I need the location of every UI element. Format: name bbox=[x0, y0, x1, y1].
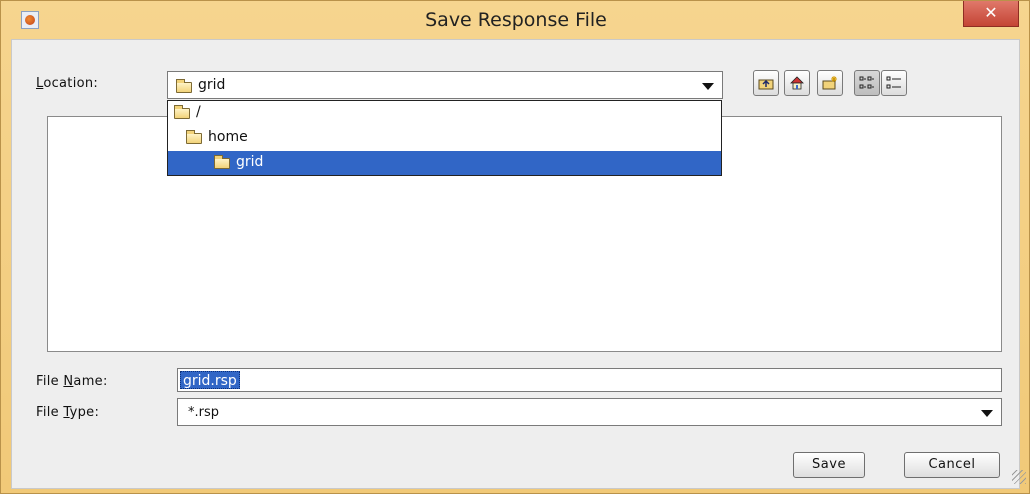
details-view-icon bbox=[886, 76, 901, 89]
cancel-button[interactable]: Cancel bbox=[904, 452, 1000, 478]
dialog-content: Location: grid / home grid File Name: gr… bbox=[11, 39, 1026, 489]
window-title: Save Response File bbox=[425, 9, 607, 31]
file-type-label: File Type: bbox=[36, 405, 100, 420]
folder-icon bbox=[214, 155, 230, 169]
file-name-label: File Name: bbox=[36, 374, 108, 389]
dropdown-item-grid[interactable]: grid bbox=[168, 151, 721, 175]
up-one-level-icon bbox=[758, 79, 774, 90]
new-folder-icon bbox=[822, 76, 837, 90]
folder-icon bbox=[174, 105, 190, 119]
list-view-icon bbox=[859, 76, 874, 89]
details-view-button[interactable] bbox=[881, 70, 907, 96]
file-name-value: grid.rsp bbox=[180, 371, 240, 389]
list-view-button[interactable] bbox=[854, 70, 880, 96]
close-button[interactable]: ✕ bbox=[963, 1, 1019, 27]
file-type-select[interactable]: *.rsp bbox=[177, 398, 1002, 426]
resize-grip-icon[interactable] bbox=[1012, 470, 1026, 484]
location-value: grid bbox=[198, 77, 226, 93]
dropdown-arrow-icon[interactable] bbox=[981, 410, 993, 417]
dropdown-item-root[interactable]: / bbox=[168, 101, 721, 125]
folder-icon bbox=[186, 130, 202, 144]
save-dialog: Save Response File ✕ Location: grid / ho… bbox=[0, 0, 1030, 494]
title-bar[interactable]: Save Response File ✕ bbox=[1, 1, 1029, 39]
home-button[interactable] bbox=[784, 70, 810, 96]
save-button[interactable]: Save bbox=[793, 452, 865, 478]
new-folder-button[interactable] bbox=[817, 70, 843, 96]
folder-icon bbox=[176, 79, 192, 93]
location-label: Location: bbox=[36, 76, 99, 91]
up-one-level-button[interactable] bbox=[753, 70, 779, 96]
location-combo[interactable]: grid bbox=[167, 71, 723, 99]
home-icon bbox=[790, 76, 804, 90]
dropdown-arrow-icon[interactable] bbox=[702, 83, 714, 90]
file-name-input[interactable]: grid.rsp bbox=[177, 368, 1002, 392]
dropdown-item-home[interactable]: home bbox=[168, 126, 721, 150]
location-dropdown-list: / home grid bbox=[167, 100, 722, 176]
file-type-value: *.rsp bbox=[188, 405, 220, 420]
